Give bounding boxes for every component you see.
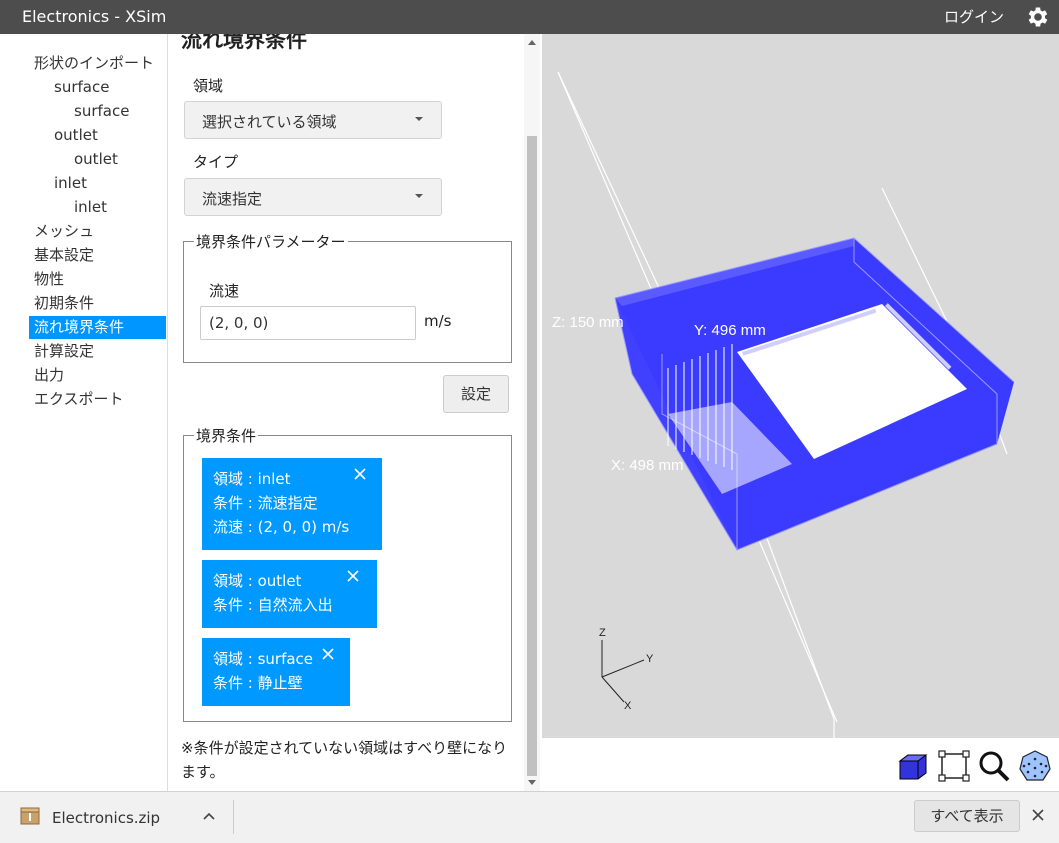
viewport-toolbar xyxy=(542,738,1059,791)
login-link[interactable]: ログイン xyxy=(944,6,1004,27)
axis-triad xyxy=(601,640,645,703)
page-title: 流れ境界条件 xyxy=(181,34,307,52)
condition-card-surface: 領域 : surface 条件 : 静止壁 xyxy=(202,638,350,706)
condition-line: 領域 : inlet xyxy=(213,470,291,488)
nav-item-surface-group[interactable]: surface xyxy=(54,76,109,99)
mesh-sphere-icon[interactable] xyxy=(1018,749,1052,783)
dimension-x: X: 498 mm xyxy=(611,457,684,474)
fit-frame-icon[interactable] xyxy=(937,749,971,783)
zoom-icon[interactable] xyxy=(977,749,1011,783)
conditions-legend: 境界条件 xyxy=(194,425,259,446)
axis-z-label: Z xyxy=(599,627,606,639)
type-select-value: 流速指定 xyxy=(202,190,263,208)
region-select[interactable]: 選択されている領域 xyxy=(184,101,442,139)
condition-line: 条件 : 静止壁 xyxy=(213,674,303,692)
velocity-unit: m/s xyxy=(424,312,452,330)
download-file-name[interactable]: Electronics.zip xyxy=(52,809,160,827)
divider xyxy=(233,800,234,834)
region-select-value: 選択されている領域 xyxy=(202,113,337,131)
condition-line: 流速 : (2, 0, 0) m/s xyxy=(213,518,350,536)
region-label: 領域 xyxy=(193,77,224,95)
nav-item-output[interactable]: 出力 xyxy=(34,364,64,387)
title-bar: Electronics - XSim ログイン xyxy=(0,0,1059,34)
nav-item-outlet-group[interactable]: outlet xyxy=(54,124,98,147)
condition-line: 領域 : outlet xyxy=(213,572,302,590)
nav-item-import[interactable]: 形状のインポート xyxy=(34,52,154,75)
nav-item-inlet[interactable]: inlet xyxy=(74,196,107,219)
dimension-z: Z: 150 mm xyxy=(552,314,624,331)
model-render: Z: 150 mm Y: 496 mm X: 498 mm Z Y X xyxy=(552,71,1015,738)
nav-item-export[interactable]: エクスポート xyxy=(34,388,124,411)
nav-item-flow-boundary[interactable]: 流れ境界条件 xyxy=(29,316,166,339)
boundary-form-panel: 流れ境界条件 領域 選択されている領域 タイプ 流速指定 境界条件パラメーター … xyxy=(168,34,524,791)
close-icon[interactable] xyxy=(321,647,335,661)
download-bar: Electronics.zip すべて表示 xyxy=(0,791,1059,843)
note-text: ※条件が設定されていない領域はすべり壁になります。 xyxy=(181,739,508,781)
cube-view-icon[interactable] xyxy=(896,749,930,783)
params-fieldset: 境界条件パラメーター xyxy=(183,231,512,363)
nav-item-outlet[interactable]: outlet xyxy=(74,148,118,171)
condition-card-inlet: 領域 : inlet 条件 : 流速指定 流速 : (2, 0, 0) m/s xyxy=(202,458,382,550)
nav-item-calc-settings[interactable]: 計算設定 xyxy=(34,340,94,363)
condition-line: 条件 : 流速指定 xyxy=(213,494,318,512)
nav-item-surface[interactable]: surface xyxy=(74,100,129,123)
nav-item-properties[interactable]: 物性 xyxy=(34,268,64,291)
type-label: タイプ xyxy=(193,153,239,171)
scroll-down-icon[interactable] xyxy=(528,780,536,785)
condition-line: 領域 : surface xyxy=(213,650,314,668)
chevron-down-icon xyxy=(415,117,423,121)
nav-item-inlet-group[interactable]: inlet xyxy=(54,172,87,195)
nav-item-basic-settings[interactable]: 基本設定 xyxy=(34,244,94,267)
scroll-up-icon[interactable] xyxy=(528,40,536,45)
3d-viewport[interactable]: Z: 150 mm Y: 496 mm X: 498 mm Z Y X xyxy=(542,34,1059,738)
form-scrollbar[interactable] xyxy=(524,34,540,791)
set-button[interactable]: 設定 xyxy=(443,375,509,413)
close-icon[interactable] xyxy=(353,467,367,481)
dimension-y: Y: 496 mm xyxy=(694,322,766,339)
type-select[interactable]: 流速指定 xyxy=(184,178,442,216)
show-all-button[interactable]: すべて表示 xyxy=(914,800,1020,832)
chevron-up-icon[interactable] xyxy=(203,811,215,821)
nav-item-initial-conditions[interactable]: 初期条件 xyxy=(34,292,94,315)
velocity-label: 流速 xyxy=(209,282,240,300)
close-icon[interactable] xyxy=(1031,808,1045,822)
nav-item-mesh[interactable]: メッシュ xyxy=(34,220,94,243)
axis-x-label: X xyxy=(624,700,632,712)
chevron-down-icon xyxy=(415,194,423,198)
condition-card-outlet: 領域 : outlet 条件 : 自然流入出 xyxy=(202,560,377,628)
params-legend: 境界条件パラメーター xyxy=(194,231,348,252)
scrollbar-thumb[interactable] xyxy=(527,136,537,776)
zip-file-icon xyxy=(20,807,40,825)
condition-line: 条件 : 自然流入出 xyxy=(213,596,333,614)
close-icon[interactable] xyxy=(346,569,360,583)
axis-y-label: Y xyxy=(646,653,654,665)
gear-icon[interactable] xyxy=(1025,4,1051,30)
velocity-input[interactable]: (2, 0, 0) xyxy=(200,306,416,340)
window-title: Electronics - XSim xyxy=(22,7,167,26)
sidebar-nav: 形状のインポート surface surface outlet outlet i… xyxy=(3,34,168,791)
